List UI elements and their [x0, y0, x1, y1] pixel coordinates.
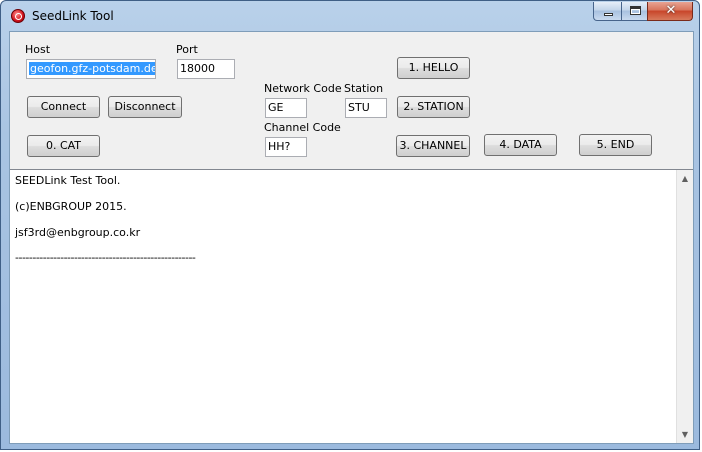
- scroll-up-icon[interactable]: ▲: [677, 170, 693, 187]
- maximize-button[interactable]: [621, 2, 648, 21]
- channel-code-label: Channel Code: [264, 121, 341, 134]
- network-code-label: Network Code: [264, 82, 342, 95]
- host-value: geofon.gfz-potsdam.de: [29, 62, 155, 75]
- client-area: Host geofon.gfz-potsdam.de Port 18000 Co…: [9, 31, 694, 444]
- minimize-button[interactable]: [593, 2, 622, 21]
- maximize-icon: [630, 6, 641, 15]
- port-label: Port: [176, 43, 198, 56]
- app-icon[interactable]: [11, 9, 25, 23]
- output-line: SEEDLink Test Tool.: [15, 174, 121, 187]
- host-label: Host: [25, 43, 51, 56]
- host-input[interactable]: geofon.gfz-potsdam.de: [26, 59, 156, 79]
- output-textarea[interactable]: SEEDLink Test Tool. (c)ENBGROUP 2015. js…: [10, 169, 693, 443]
- scroll-down-icon[interactable]: ▼: [677, 426, 693, 443]
- output-line: ----------------------------------------…: [15, 251, 196, 264]
- title-bar[interactable]: SeedLink Tool ✕: [1, 1, 701, 31]
- cat-button[interactable]: 0. CAT: [27, 135, 100, 157]
- close-button[interactable]: ✕: [647, 2, 693, 21]
- network-code-input[interactable]: GE: [265, 98, 307, 118]
- output-line: (c)ENBGROUP 2015.: [15, 200, 127, 213]
- station-input[interactable]: STU: [345, 98, 387, 118]
- hello-button[interactable]: 1. HELLO: [397, 57, 470, 79]
- connect-button[interactable]: Connect: [27, 96, 100, 118]
- output-line: jsf3rd@enbgroup.co.kr: [15, 226, 141, 239]
- data-button[interactable]: 4. DATA: [484, 134, 557, 156]
- channel-code-input[interactable]: HH?: [265, 137, 307, 157]
- app-window: SeedLink Tool ✕ Host geofon.gfz-potsdam.…: [0, 0, 700, 450]
- minimize-icon: [604, 13, 613, 16]
- station-button[interactable]: 2. STATION: [397, 96, 470, 118]
- station-label: Station: [344, 82, 384, 95]
- window-title: SeedLink Tool: [32, 9, 114, 23]
- port-input[interactable]: 18000: [177, 59, 235, 79]
- close-icon: ✕: [665, 3, 677, 18]
- channel-button[interactable]: 3. CHANNEL: [396, 135, 470, 157]
- disconnect-button[interactable]: Disconnect: [108, 96, 182, 118]
- end-button[interactable]: 5. END: [579, 134, 652, 156]
- vertical-scrollbar[interactable]: ▲ ▼: [676, 170, 693, 443]
